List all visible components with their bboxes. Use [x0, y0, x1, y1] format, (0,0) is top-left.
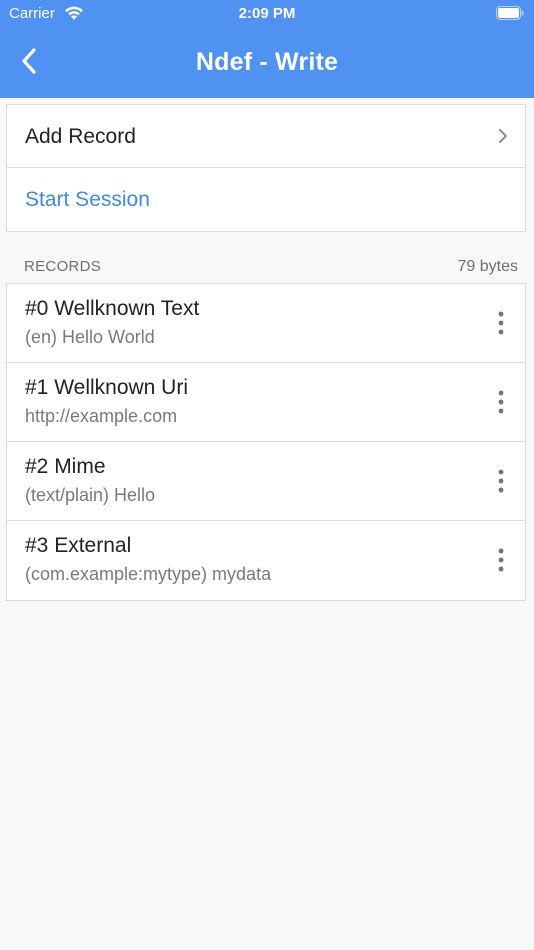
list-item[interactable]: #2 Mime (text/plain) Hello	[7, 442, 525, 521]
record-title: #1 Wellknown Uri	[25, 376, 189, 399]
more-vertical-icon[interactable]	[493, 389, 509, 415]
record-subtitle: (text/plain) Hello	[25, 485, 156, 505]
more-vertical-icon[interactable]	[493, 547, 509, 573]
clock: 2:09 PM	[238, 5, 296, 22]
chevron-right-icon	[499, 129, 507, 143]
record-subtitle: (en) Hello World	[25, 327, 155, 347]
actions-card: Add Record Start Session	[6, 104, 526, 232]
records-section-header: RECORDS	[24, 258, 102, 275]
navigation-bar: Ndef - Write	[0, 28, 534, 98]
battery-icon	[496, 6, 524, 20]
record-title: #0 Wellknown Text	[25, 297, 200, 320]
start-session-button[interactable]: Start Session	[7, 168, 525, 231]
page-title: Ndef - Write	[195, 48, 339, 76]
record-subtitle: http://example.com	[25, 406, 178, 426]
more-vertical-icon[interactable]	[493, 310, 509, 336]
record-subtitle: (com.example:mytype) mydata	[25, 564, 272, 584]
more-vertical-icon[interactable]	[493, 468, 509, 494]
add-record-row[interactable]: Add Record	[7, 105, 525, 168]
records-size: 79 bytes	[457, 258, 518, 275]
app-bar: Carrier 2:09 PM Ndef - Write	[0, 0, 534, 98]
records-list: #0 Wellknown Text (en) Hello World #1 We…	[6, 283, 526, 601]
list-item[interactable]: #1 Wellknown Uri http://example.com	[7, 363, 525, 442]
list-item[interactable]: #0 Wellknown Text (en) Hello World	[7, 284, 525, 363]
record-title: #3 External	[25, 534, 132, 557]
add-record-label: Add Record	[25, 125, 136, 148]
record-title: #2 Mime	[25, 455, 106, 478]
status-bar: Carrier 2:09 PM	[0, 0, 534, 28]
start-session-label: Start Session	[25, 188, 150, 211]
list-item[interactable]: #3 External (com.example:mytype) mydata	[7, 521, 525, 600]
